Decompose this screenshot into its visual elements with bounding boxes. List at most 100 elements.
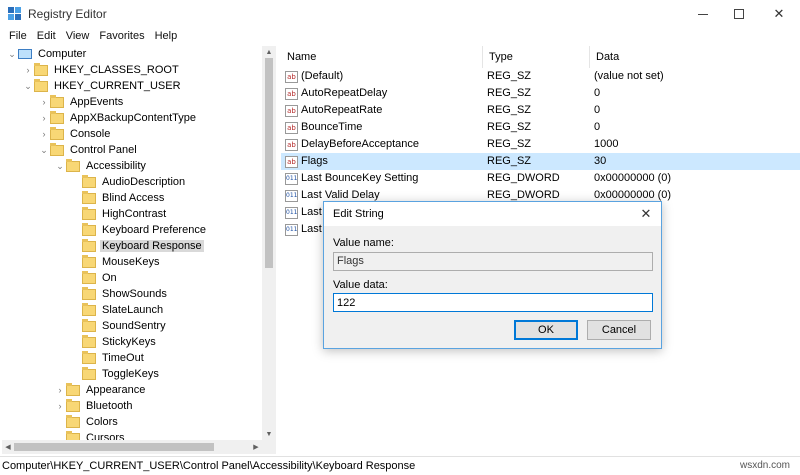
value-name-field: Flags bbox=[333, 252, 653, 271]
value-type: REG_SZ bbox=[487, 155, 532, 167]
value-name-cell: 011 Last bbox=[285, 221, 322, 238]
close-button[interactable]: ✕ bbox=[760, 0, 798, 28]
string-value-icon: ab bbox=[285, 104, 298, 117]
menu-file[interactable]: File bbox=[4, 28, 32, 44]
menu-view[interactable]: View bbox=[61, 28, 95, 44]
scroll-down-icon[interactable]: ▼ bbox=[262, 428, 276, 440]
folder-icon bbox=[34, 62, 48, 76]
string-value-icon: ab bbox=[285, 138, 298, 151]
value-name-cell: ab (Default) bbox=[285, 68, 343, 85]
tree-item[interactable]: On bbox=[70, 270, 119, 286]
tree-item[interactable]: HighContrast bbox=[70, 206, 168, 222]
scroll-up-icon[interactable]: ▲ bbox=[262, 46, 276, 58]
scroll-thumb-horizontal[interactable] bbox=[14, 443, 214, 451]
scroll-right-icon[interactable]: ▶ bbox=[250, 440, 262, 454]
folder-icon bbox=[82, 238, 96, 252]
folder-icon bbox=[82, 206, 96, 220]
tree-item[interactable]: MouseKeys bbox=[70, 254, 161, 270]
tree-item[interactable]: Keyboard Preference bbox=[70, 222, 208, 238]
tree-item[interactable]: Colors bbox=[54, 414, 120, 430]
tree-item-label: Computer bbox=[38, 48, 87, 60]
value-row[interactable]: ab AutoRepeatRate REG_SZ 0 bbox=[281, 102, 800, 119]
ok-button[interactable]: OK bbox=[514, 320, 578, 340]
tree-item[interactable]: AudioDescription bbox=[70, 174, 187, 190]
value-row[interactable]: ab Flags REG_SZ 30 bbox=[281, 153, 800, 170]
value-data: (value not set) bbox=[594, 70, 664, 82]
value-row[interactable]: ab DelayBeforeAcceptance REG_SZ 1000 bbox=[281, 136, 800, 153]
tree-item[interactable]: ⌄ Computer bbox=[6, 46, 88, 62]
dword-value-icon: 011 bbox=[285, 189, 298, 202]
tree-item[interactable]: ShowSounds bbox=[70, 286, 169, 302]
folder-icon bbox=[50, 126, 64, 140]
value-row[interactable]: ab BounceTime REG_SZ 0 bbox=[281, 119, 800, 136]
expand-chevron-icon[interactable]: › bbox=[38, 110, 50, 126]
value-data: 0x00000000 (0) bbox=[594, 172, 672, 184]
tree-item[interactable]: ToggleKeys bbox=[70, 366, 161, 382]
tree-item[interactable]: Blind Access bbox=[70, 190, 166, 206]
dialog-close-button[interactable]: ✕ bbox=[636, 205, 656, 223]
tree-item[interactable]: SlateLaunch bbox=[70, 302, 165, 318]
expand-chevron-icon[interactable]: › bbox=[38, 126, 50, 142]
dialog-title: Edit String bbox=[333, 208, 384, 220]
tree-item[interactable]: › Appearance bbox=[54, 382, 147, 398]
scroll-thumb[interactable] bbox=[265, 58, 273, 268]
value-row[interactable]: ab AutoRepeatDelay REG_SZ 0 bbox=[281, 85, 800, 102]
tree-item[interactable]: › Console bbox=[38, 126, 112, 142]
tree-item-label: Colors bbox=[86, 416, 118, 428]
menu-edit[interactable]: Edit bbox=[32, 28, 61, 44]
value-name: Last bbox=[301, 206, 322, 218]
tree-item-label: Bluetooth bbox=[86, 400, 133, 412]
tree-item[interactable]: TimeOut bbox=[70, 350, 146, 366]
collapse-chevron-icon[interactable]: ⌄ bbox=[6, 46, 18, 62]
tree-item-label: Control Panel bbox=[70, 144, 137, 156]
value-name: Flags bbox=[301, 155, 328, 167]
minimize-icon bbox=[698, 13, 708, 15]
collapse-chevron-icon[interactable]: ⌄ bbox=[38, 142, 50, 158]
string-value-icon: ab bbox=[285, 121, 298, 134]
menu-favorites[interactable]: Favorites bbox=[94, 28, 149, 44]
folder-icon bbox=[82, 318, 96, 332]
tree-item[interactable]: SoundSentry bbox=[70, 318, 168, 334]
tree-item[interactable]: › Bluetooth bbox=[54, 398, 134, 414]
cancel-button[interactable]: Cancel bbox=[587, 320, 651, 340]
column-header-type[interactable]: Type bbox=[483, 46, 590, 68]
tree-item-label: SoundSentry bbox=[102, 320, 166, 332]
column-header-data[interactable]: Data bbox=[590, 46, 800, 68]
value-row[interactable]: 011 Last BounceKey Setting REG_DWORD 0x0000… bbox=[281, 170, 800, 187]
folder-icon bbox=[82, 270, 96, 284]
tree-item[interactable]: StickyKeys bbox=[70, 334, 158, 350]
tree-item[interactable]: ⌄ HKEY_CURRENT_USER bbox=[22, 78, 183, 94]
folder-icon bbox=[66, 382, 80, 396]
value-row[interactable]: ab (Default) REG_SZ (value not set) bbox=[281, 68, 800, 85]
menu-help[interactable]: Help bbox=[150, 28, 183, 44]
value-data: 0 bbox=[594, 104, 601, 116]
expand-chevron-icon[interactable]: › bbox=[54, 398, 66, 414]
column-header-name[interactable]: Name bbox=[281, 46, 483, 68]
collapse-chevron-icon[interactable]: ⌄ bbox=[22, 78, 34, 94]
tree-item-label: AudioDescription bbox=[102, 176, 186, 188]
tree-item[interactable]: Keyboard Response bbox=[70, 238, 204, 254]
scroll-left-icon[interactable]: ◀ bbox=[2, 440, 14, 454]
expand-chevron-icon[interactable]: › bbox=[38, 94, 50, 110]
string-value-icon: ab bbox=[285, 70, 298, 83]
tree-item[interactable]: ⌄ Control Panel bbox=[38, 142, 139, 158]
tree-vertical-scrollbar[interactable]: ▲ ▼ bbox=[262, 46, 276, 454]
folder-icon bbox=[50, 110, 64, 124]
tree-item[interactable]: › AppXBackupContentType bbox=[38, 110, 198, 126]
tree-item-label: HighContrast bbox=[102, 208, 167, 220]
tree-horizontal-scrollbar[interactable]: ◀ ▶ bbox=[2, 440, 262, 454]
expand-chevron-icon[interactable]: › bbox=[22, 62, 34, 78]
collapse-chevron-icon[interactable]: ⌄ bbox=[54, 158, 66, 174]
tree-item[interactable]: ⌄ Accessibility bbox=[54, 158, 148, 174]
maximize-button[interactable] bbox=[720, 0, 758, 28]
expand-chevron-icon[interactable]: › bbox=[54, 382, 66, 398]
tree-item-label: Keyboard Preference bbox=[102, 224, 206, 236]
value-data-input[interactable] bbox=[333, 293, 653, 312]
key-path: Computer\HKEY_CURRENT_USER\Control Panel… bbox=[2, 460, 416, 472]
tree-item[interactable]: › AppEvents bbox=[38, 94, 125, 110]
minimize-button[interactable] bbox=[684, 0, 722, 28]
tree-item[interactable]: › HKEY_CLASSES_ROOT bbox=[22, 62, 181, 78]
